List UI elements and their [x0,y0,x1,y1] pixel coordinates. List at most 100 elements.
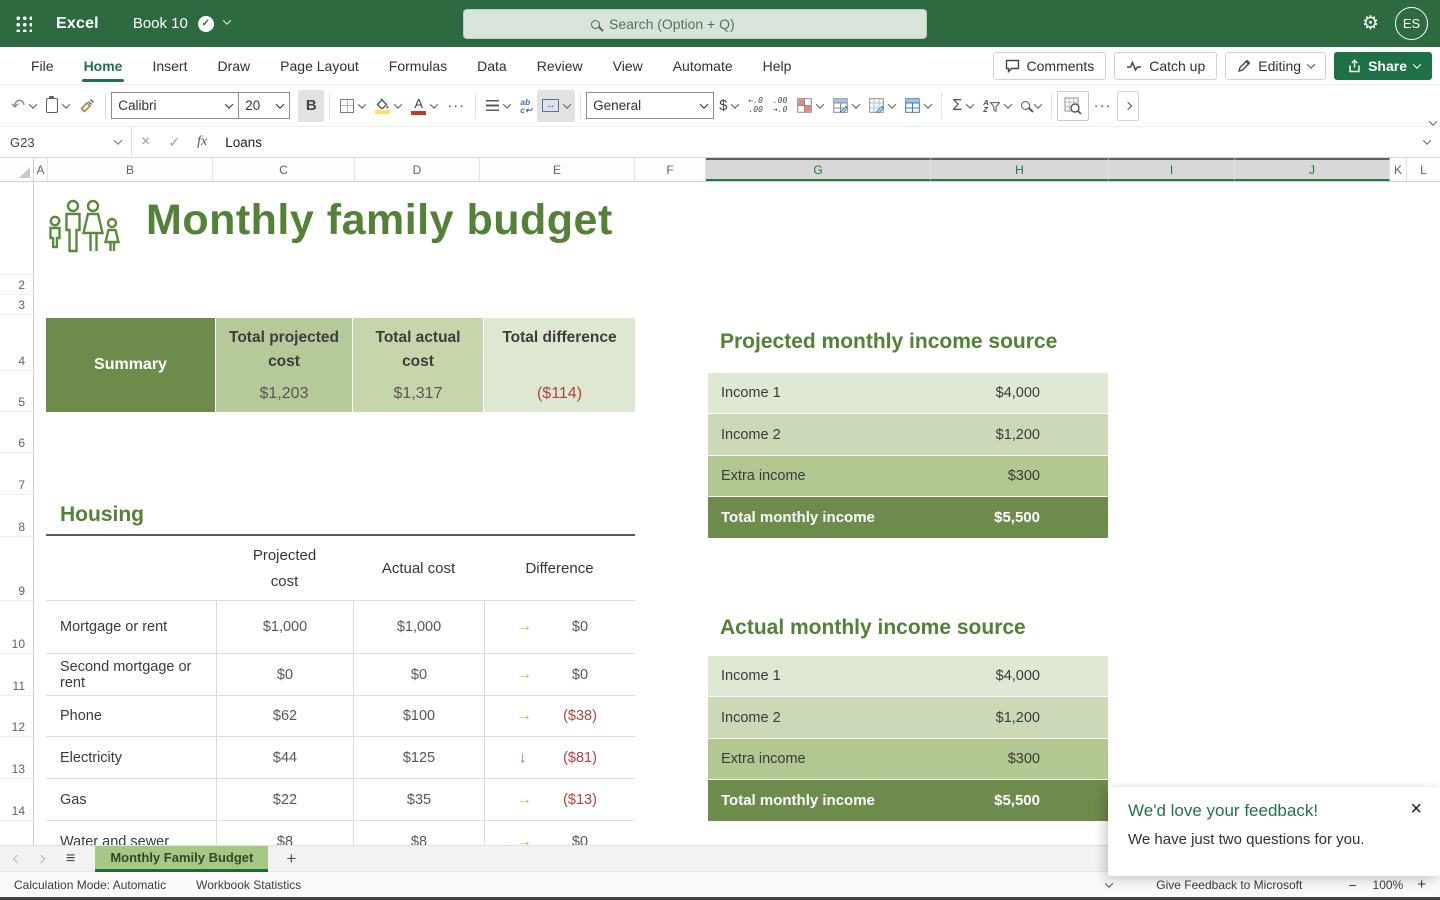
row-header-13[interactable]: 13 [0,737,33,779]
row-header-8[interactable]: 8 [0,495,33,537]
sheet-canvas[interactable]: Monthly family budget Summary Total proj… [34,182,1440,845]
income-row[interactable]: Income 1$4,000 [708,373,1108,414]
row-header-14[interactable]: 14 [0,779,33,821]
zoom-in-button[interactable]: + [1417,876,1426,893]
ribbon-collapse-chevron-icon[interactable] [1429,117,1437,125]
toolbar-overflow-button[interactable]: ··· [1089,90,1117,122]
status-options-chevron-icon[interactable] [1105,879,1113,887]
housing-row-mortgage[interactable]: Mortgage or rent $1,000 $1,000 →$0 [46,601,635,654]
column-header-g[interactable]: G [706,158,931,181]
cell-name-box[interactable]: G23 [0,127,132,157]
formula-input[interactable]: Loans [215,135,262,150]
alignment-button[interactable] [481,90,515,122]
document-menu-chevron-icon[interactable] [223,16,231,24]
tab-automate[interactable]: Automate [658,47,748,85]
housing-table[interactable]: Projected cost Actual cost Difference Mo… [46,537,635,845]
find-button[interactable] [1016,90,1046,122]
income-row[interactable]: Income 2$1,200 [708,697,1108,739]
row-header-9[interactable]: 9 [0,537,33,601]
search-input[interactable] [609,16,799,32]
row-header-10[interactable]: 10 [0,601,33,654]
projected-income-title[interactable]: Projected monthly income source [720,330,1057,354]
autosum-button[interactable]: Σ [947,90,978,122]
account-avatar[interactable]: ES [1395,7,1428,40]
sheet-tab-monthly-family-budget[interactable]: Monthly Family Budget [95,846,268,872]
currency-format-button[interactable]: $ [714,90,743,122]
more-font-options-button[interactable]: ··· [442,90,470,122]
cell-styles-button[interactable] [864,90,900,122]
search-bar[interactable] [463,9,927,39]
decrease-decimal-button[interactable]: .00→.0 [768,90,792,122]
income-row[interactable]: Extra income$300 [708,456,1108,497]
housing-row-electricity[interactable]: Electricity $44 $125 →($81) [46,737,635,779]
column-header-d[interactable]: D [355,158,480,181]
row-header-5[interactable]: 5 [0,371,33,412]
income-total-row[interactable]: Total monthly income$5,500 [708,780,1108,822]
summary-difference-cell[interactable]: Total difference ($114) [484,318,635,412]
increase-decimal-button[interactable]: ←.0.00 [743,90,767,122]
borders-button[interactable] [335,90,370,122]
editing-mode-button[interactable]: Editing [1225,52,1326,80]
paste-button[interactable] [41,90,74,122]
add-sheet-icon[interactable]: + [286,849,296,869]
housing-section-title[interactable]: Housing [60,503,144,527]
actual-income-title[interactable]: Actual monthly income source [720,616,1026,640]
tab-data[interactable]: Data [462,47,522,85]
tab-insert[interactable]: Insert [137,47,202,85]
income-total-row[interactable]: Total monthly income$5,500 [708,497,1108,539]
row-header-7[interactable]: 7 [0,453,33,495]
income-row[interactable]: Income 2$1,200 [708,414,1108,456]
ribbon-expand-button[interactable] [1117,91,1139,121]
insert-table-button[interactable] [900,90,936,122]
next-sheet-icon[interactable] [37,854,45,862]
summary-projected-value[interactable]: $1,203 [260,385,309,403]
tab-draw[interactable]: Draw [202,47,265,85]
font-color-button[interactable]: A [406,90,442,122]
settings-gear-icon[interactable]: ⚙ [1362,14,1379,33]
column-header-c[interactable]: C [213,158,355,181]
fill-color-button[interactable] [370,90,406,122]
sheet-list-menu-icon[interactable]: ≡ [66,850,75,868]
insert-function-button[interactable]: fx [189,134,215,150]
tab-file[interactable]: File [16,47,69,85]
select-all-corner[interactable] [0,158,34,181]
wrap-text-button[interactable]: abc↩ [515,90,537,122]
font-size-dropdown[interactable]: 20 [238,92,290,119]
tab-formulas[interactable]: Formulas [374,47,462,85]
tab-home[interactable]: Home [69,47,138,85]
comments-button[interactable]: Comments [993,52,1107,80]
tab-review[interactable]: Review [522,47,598,85]
sheet-title[interactable]: Monthly family budget [146,196,613,245]
sort-filter-button[interactable]: AZ [978,90,1015,122]
tab-view[interactable]: View [598,47,658,85]
bold-button[interactable]: B [298,90,324,122]
give-feedback-link[interactable]: Give Feedback to Microsoft [1156,878,1302,892]
merge-center-button[interactable]: ↔ [537,90,575,122]
summary-label-cell[interactable]: Summary [46,318,216,412]
app-launcher-waffle-icon[interactable] [15,15,32,32]
housing-row-gas[interactable]: Gas $22 $35 →($13) [46,779,635,821]
row-header-3[interactable]: 3 [0,295,33,315]
conditional-formatting-button[interactable] [792,90,828,122]
zoom-level[interactable]: 100% [1373,878,1404,892]
summary-actual-cell[interactable]: Total actual cost $1,317 [353,318,484,412]
confirm-entry-button[interactable]: ✓ [159,134,189,151]
row-header-6[interactable]: 6 [0,412,33,453]
column-header-k[interactable]: K [1390,158,1407,181]
row-header-12[interactable]: 12 [0,696,33,737]
income-row[interactable]: Extra income$300 [708,739,1108,780]
prev-sheet-icon[interactable] [13,854,21,862]
projected-income-table[interactable]: Income 1$4,000 Income 2$1,200 Extra inco… [708,373,1108,539]
number-format-dropdown[interactable]: General [586,92,714,119]
column-header-j[interactable]: J [1235,158,1390,181]
tab-help[interactable]: Help [748,47,807,85]
analyze-data-button[interactable] [1057,91,1089,121]
workbook-statistics-button[interactable]: Workbook Statistics [196,878,301,892]
zoom-out-button[interactable]: − [1348,877,1356,893]
column-header-i[interactable]: I [1109,158,1235,181]
row-header-4[interactable]: 4 [0,315,33,371]
column-header-l[interactable]: L [1407,158,1440,181]
document-name[interactable]: Book 10 [133,15,188,32]
tab-page-layout[interactable]: Page Layout [265,47,374,85]
font-name-dropdown[interactable]: Calibri [111,92,239,119]
